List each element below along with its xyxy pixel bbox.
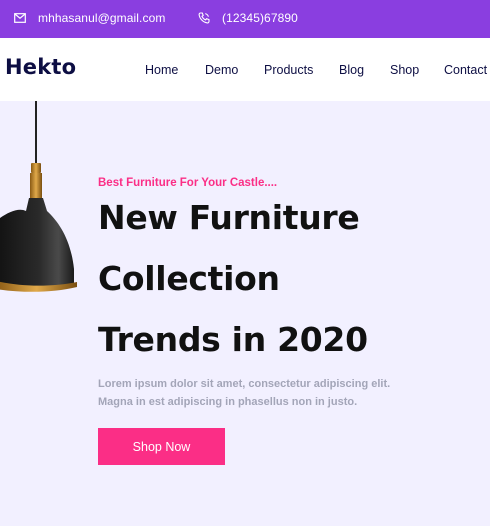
phone-contact[interactable]: (12345)67890 <box>198 11 298 25</box>
hero-description-line-2: Magna in est adipiscing in phasellus non… <box>98 396 358 408</box>
phone-text: (12345)67890 <box>222 11 298 25</box>
hero-description: Lorem ipsum dolor sit amet, consectetur … <box>98 375 438 411</box>
hero-headline-line-3: Trends in 2020 <box>98 320 368 359</box>
hero-description-line-1: Lorem ipsum dolor sit amet, consectetur … <box>98 378 391 390</box>
nav-demo[interactable]: Demo <box>205 63 238 77</box>
nav-contact[interactable]: Contact <box>444 63 487 77</box>
brand-logo[interactable]: Hekto <box>5 55 76 79</box>
hero-headline-line-2: Collection <box>98 259 280 298</box>
nav-blog[interactable]: Blog <box>339 63 364 77</box>
main-navbar: Hekto Home Demo Products Blog Shop Conta… <box>0 38 490 101</box>
nav-products[interactable]: Products <box>264 63 313 77</box>
shop-now-button[interactable]: Shop Now <box>98 428 225 465</box>
hero-kicker: Best Furniture For Your Castle.... <box>98 177 278 189</box>
email-text: mhhasanul@gmail.com <box>38 11 166 25</box>
email-contact[interactable]: mhhasanul@gmail.com <box>14 11 165 25</box>
top-bar: mhhasanul@gmail.com (12345)67890 <box>0 0 490 38</box>
nav-shop[interactable]: Shop <box>390 63 419 77</box>
nav-home[interactable]: Home <box>145 63 178 77</box>
pendant-lamp-image <box>0 101 77 292</box>
phone-icon <box>198 12 210 24</box>
mail-icon <box>14 13 26 23</box>
hero-headline-line-1: New Furniture <box>98 198 360 237</box>
